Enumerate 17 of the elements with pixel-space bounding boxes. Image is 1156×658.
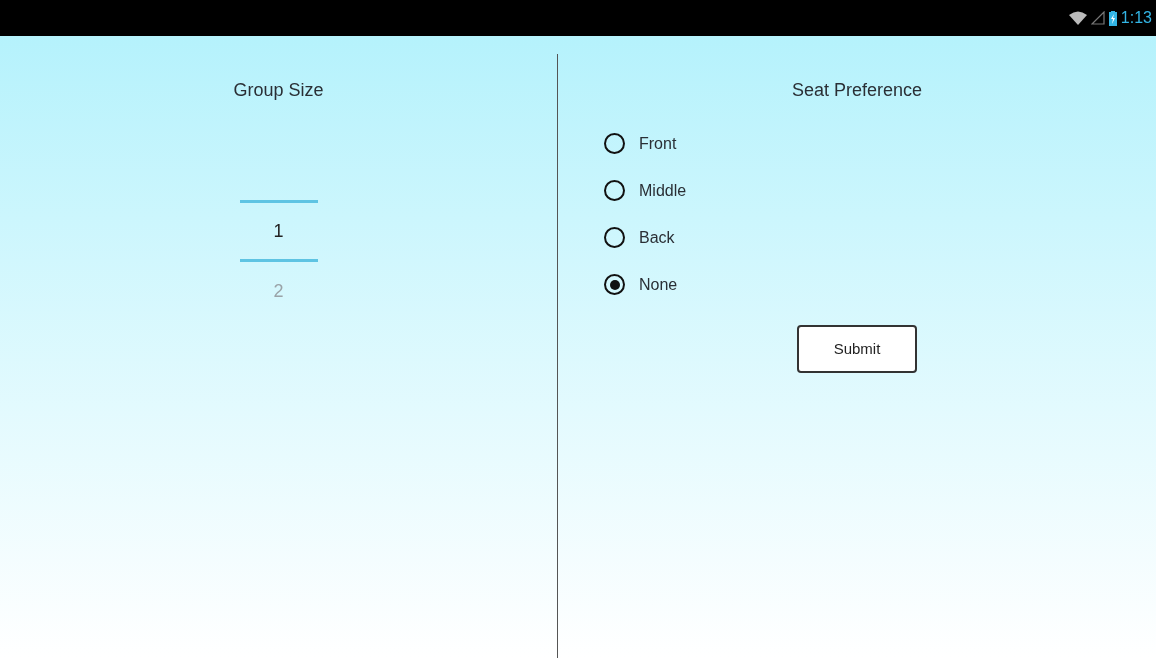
battery-icon: [1108, 10, 1117, 26]
radio-button[interactable]: [604, 227, 625, 248]
radio-label: Front: [639, 133, 677, 154]
submit-button[interactable]: Submit: [797, 325, 917, 373]
clock-time: 1:13: [1120, 8, 1152, 28]
signal-icon: [1090, 11, 1105, 25]
radio-label: Middle: [639, 180, 687, 201]
radio-label: None: [639, 274, 678, 295]
section-title: Seat Preference: [790, 79, 924, 102]
section-title: Group Size: [233, 79, 324, 102]
radio-button[interactable]: [604, 274, 625, 295]
number-picker[interactable]: 1 2: [239, 200, 318, 314]
radio-button[interactable]: [604, 133, 625, 154]
radio-label: Back: [639, 227, 675, 248]
radio-button[interactable]: [604, 180, 625, 201]
picker-value[interactable]: 1: [239, 200, 318, 262]
wifi-icon: [1068, 11, 1087, 25]
